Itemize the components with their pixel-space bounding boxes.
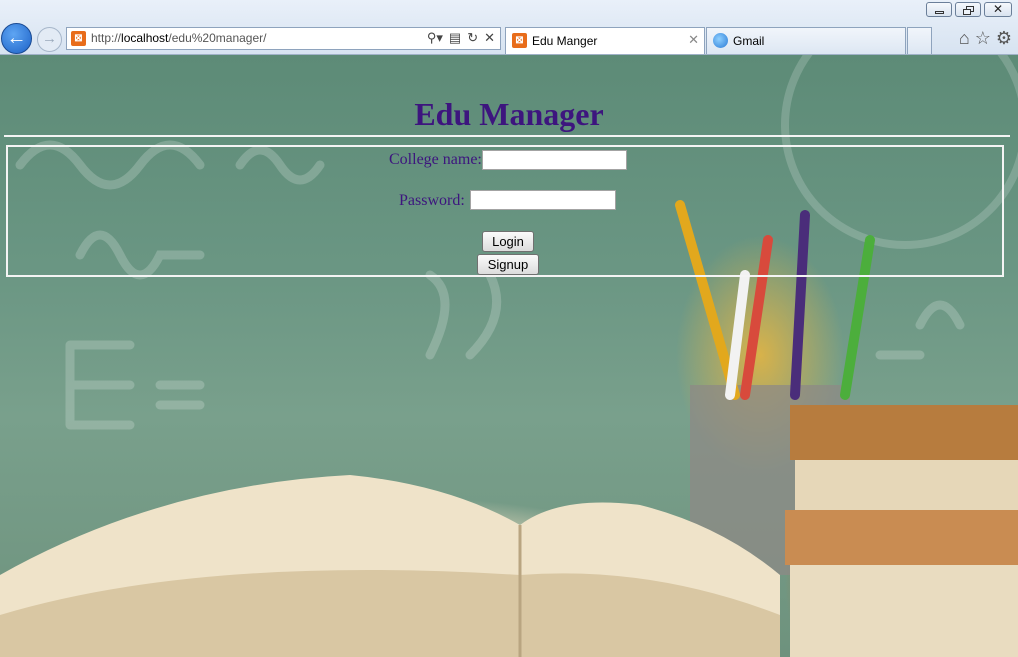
forward-arrow-icon: → — [42, 30, 57, 47]
login-button[interactable]: Login — [482, 231, 534, 252]
close-window-button[interactable] — [984, 2, 1012, 17]
address-url[interactable]: http://localhost/edu%20manager/ — [91, 31, 266, 45]
browser-toolbar-right: ⌂ ☆ ⚙ — [959, 28, 1012, 49]
tab-gmail[interactable]: Gmail — [706, 27, 906, 54]
url-scheme: http:// — [91, 31, 122, 45]
back-arrow-icon: ← — [6, 27, 27, 49]
forward-button[interactable]: → — [37, 27, 62, 52]
title-divider — [4, 135, 1010, 137]
gear-icon[interactable]: ⚙ — [996, 28, 1012, 49]
favorites-star-icon[interactable]: ☆ — [975, 28, 991, 49]
college-name-label: College name: — [389, 151, 482, 168]
page-title: Edu Manager — [414, 96, 604, 133]
url-host: localhost — [121, 31, 169, 45]
url-path: /edu%20manager/ — [168, 31, 267, 45]
password-input[interactable] — [470, 190, 616, 210]
restore-button[interactable] — [955, 2, 981, 17]
search-icon[interactable]: ⚲▾ — [427, 30, 443, 46]
minimize-button[interactable] — [926, 2, 952, 17]
browser-chrome: ← → ⊠ http://localhost/edu%20manager/ ⚲▾… — [0, 0, 1018, 55]
new-tab-button[interactable] — [907, 27, 932, 54]
tab-label: Edu Manger — [532, 34, 598, 48]
signup-button[interactable]: Signup — [477, 254, 539, 275]
tab-label: Gmail — [733, 34, 765, 48]
site-favicon-icon: ⊠ — [71, 31, 86, 46]
ie-favicon-icon — [713, 33, 728, 48]
password-label: Password: — [399, 192, 465, 209]
back-button[interactable]: ← — [1, 23, 32, 54]
site-favicon-icon: ⊠ — [512, 33, 527, 48]
address-bar[interactable]: ⊠ http://localhost/edu%20manager/ ⚲▾ ▤ ↻… — [66, 27, 501, 50]
login-form: College name: Password: Login Signup — [6, 145, 1004, 277]
home-icon[interactable]: ⌂ — [959, 28, 970, 49]
compatibility-view-icon[interactable]: ▤ — [449, 30, 461, 46]
close-tab-icon[interactable]: ✕ — [688, 32, 699, 48]
address-bar-tools: ⚲▾ ▤ ↻ ✕ — [427, 30, 495, 46]
window-controls — [926, 2, 1012, 17]
college-name-input[interactable] — [482, 150, 627, 170]
refresh-icon[interactable]: ↻ — [467, 30, 478, 46]
tab-edu-manger[interactable]: ⊠ Edu Manger ✕ — [505, 27, 705, 54]
stop-icon[interactable]: ✕ — [484, 30, 495, 46]
page-body: Edu Manager College name: Password: Logi… — [0, 55, 1018, 657]
